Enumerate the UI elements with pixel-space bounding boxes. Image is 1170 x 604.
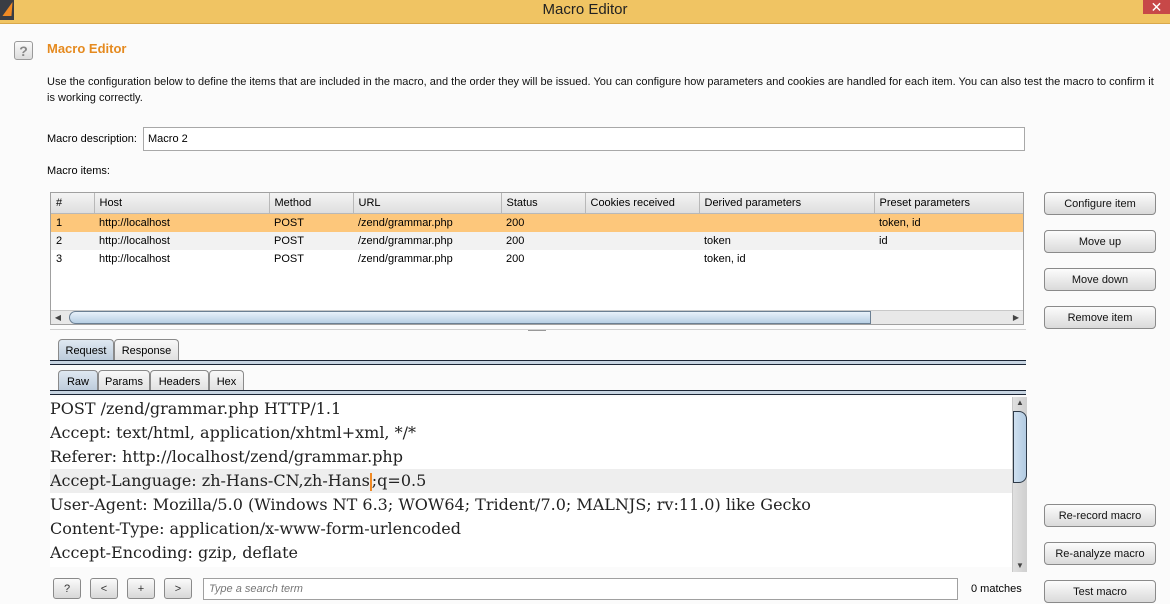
table-row[interactable]: 3 http://localhost POST /zend/grammar.ph… — [51, 250, 1023, 268]
scroll-left-arrow-icon[interactable]: ◀ — [51, 311, 65, 324]
table-header-row: # Host Method URL Status Cookies receive… — [51, 193, 1023, 214]
cell-number: 2 — [51, 232, 94, 250]
column-header-derived-parameters[interactable]: Derived parameters — [699, 193, 875, 214]
request-line: POST /zend/grammar.php HTTP/1.1 — [50, 399, 342, 418]
request-line: Accept-Encoding: gzip, deflate — [50, 543, 299, 562]
request-line: User-Agent: Mozilla/5.0 (Windows NT 6.3;… — [50, 495, 811, 514]
request-line: Referer: http://localhost/zend/grammar.p… — [50, 447, 403, 466]
cell-method: POST — [274, 253, 304, 265]
scroll-up-arrow-icon[interactable]: ▲ — [1013, 397, 1027, 409]
table-row[interactable]: 2 http://localhost POST /zend/grammar.ph… — [51, 232, 1023, 250]
column-header-host[interactable]: Host — [94, 193, 270, 214]
cell-status: 200 — [506, 253, 525, 265]
cell-cookies — [585, 232, 699, 250]
page-title: Macro Editor — [47, 41, 127, 56]
scrollbar-thumb[interactable] — [69, 311, 871, 324]
line-before-caret: Accept-Language: zh-Hans-CN,zh-Hans — [50, 471, 370, 490]
tab-request[interactable]: Request — [58, 339, 114, 362]
cell-url: /zend/grammar.php — [353, 213, 501, 232]
splitter-grip-icon — [528, 330, 546, 331]
tab-divider — [50, 390, 1026, 395]
remove-item-button[interactable]: Remove item — [1044, 306, 1156, 329]
line-after-caret: ;q=0.5 — [371, 471, 427, 490]
cell-method: POST — [269, 232, 353, 250]
window-title: Macro Editor — [542, 1, 628, 18]
scroll-down-arrow-icon[interactable]: ▼ — [1013, 560, 1027, 572]
search-previous-button[interactable]: < — [90, 578, 118, 599]
cell-preset: token, id — [874, 213, 1023, 232]
column-header-cookies-received[interactable]: Cookies received — [585, 193, 700, 214]
editor-vertical-scrollbar[interactable]: ▲ ▼ — [1012, 397, 1027, 572]
reanalyze-macro-button[interactable]: Re-analyze macro — [1044, 542, 1156, 565]
table-row[interactable]: 1 http://localhost POST /zend/grammar.ph… — [51, 213, 1023, 232]
rerecord-macro-button[interactable]: Re-record macro — [1044, 504, 1156, 527]
test-macro-button[interactable]: Test macro — [1044, 580, 1156, 603]
cell-status: 200 — [501, 232, 585, 250]
help-icon[interactable]: ? — [14, 41, 33, 60]
cell-number: 1 — [51, 213, 94, 232]
move-down-button[interactable]: Move down — [1044, 268, 1156, 291]
macro-items-table: # Host Method URL Status Cookies receive… — [50, 192, 1024, 325]
request-line: Host: localhost — [50, 565, 1012, 567]
macro-items-label: Macro items: — [47, 165, 110, 177]
cell-url: /zend/grammar.php — [353, 232, 501, 250]
cell-cookies — [585, 213, 699, 232]
search-help-button[interactable]: ? — [53, 578, 81, 599]
cell-derived — [699, 213, 874, 232]
cell-cookies — [585, 250, 699, 268]
raw-request-editor[interactable]: POST /zend/grammar.php HTTP/1.1 Accept: … — [50, 397, 1012, 567]
scroll-right-arrow-icon[interactable]: ▶ — [1009, 311, 1023, 324]
search-add-button[interactable]: + — [127, 578, 155, 599]
cell-number: 3 — [56, 253, 63, 265]
column-header-status[interactable]: Status — [501, 193, 586, 214]
macro-description-input[interactable] — [143, 127, 1025, 151]
cell-derived: token, id — [704, 253, 746, 265]
search-next-button[interactable]: > — [164, 578, 192, 599]
title-bar: Macro Editor ✕ — [0, 0, 1170, 24]
request-line: Content-Type: application/x-www-form-url… — [50, 519, 461, 538]
tab-divider — [50, 360, 1026, 365]
column-header-url[interactable]: URL — [353, 193, 502, 214]
cell-host: http://localhost — [99, 253, 170, 265]
tab-response[interactable]: Response — [114, 339, 179, 362]
cell-status: 200 — [501, 213, 585, 232]
column-header-number[interactable]: # — [51, 193, 95, 214]
request-line: Accept: text/html, application/xhtml+xml… — [50, 423, 416, 442]
request-line-current: Accept-Language: zh-Hans-CN,zh-Hans ;q=0.… — [50, 469, 1012, 493]
macro-description-label: Macro description: — [47, 133, 137, 145]
configure-item-button[interactable]: Configure item — [1044, 192, 1156, 215]
cell-preset — [874, 250, 1023, 268]
close-window-button[interactable]: ✕ — [1143, 0, 1170, 14]
cell-url: /zend/grammar.php — [358, 253, 453, 265]
cell-method: POST — [269, 213, 353, 232]
column-header-preset-parameters[interactable]: Preset parameters — [874, 193, 1023, 214]
cell-host: http://localhost — [94, 232, 269, 250]
cell-preset: id — [874, 232, 1023, 250]
message-tabs: Request Response — [50, 336, 250, 362]
intro-text: Use the configuration below to define th… — [47, 76, 1154, 104]
move-up-button[interactable]: Move up — [1044, 230, 1156, 253]
pane-splitter[interactable] — [50, 329, 1026, 333]
search-match-count: 0 matches — [971, 583, 1022, 595]
search-input[interactable] — [203, 578, 958, 600]
scrollbar-thumb[interactable] — [1013, 411, 1027, 483]
table-horizontal-scrollbar[interactable]: ◀ ▶ — [51, 310, 1023, 324]
column-header-method[interactable]: Method — [269, 193, 354, 214]
cell-derived: token — [699, 232, 874, 250]
cell-host: http://localhost — [94, 213, 269, 232]
